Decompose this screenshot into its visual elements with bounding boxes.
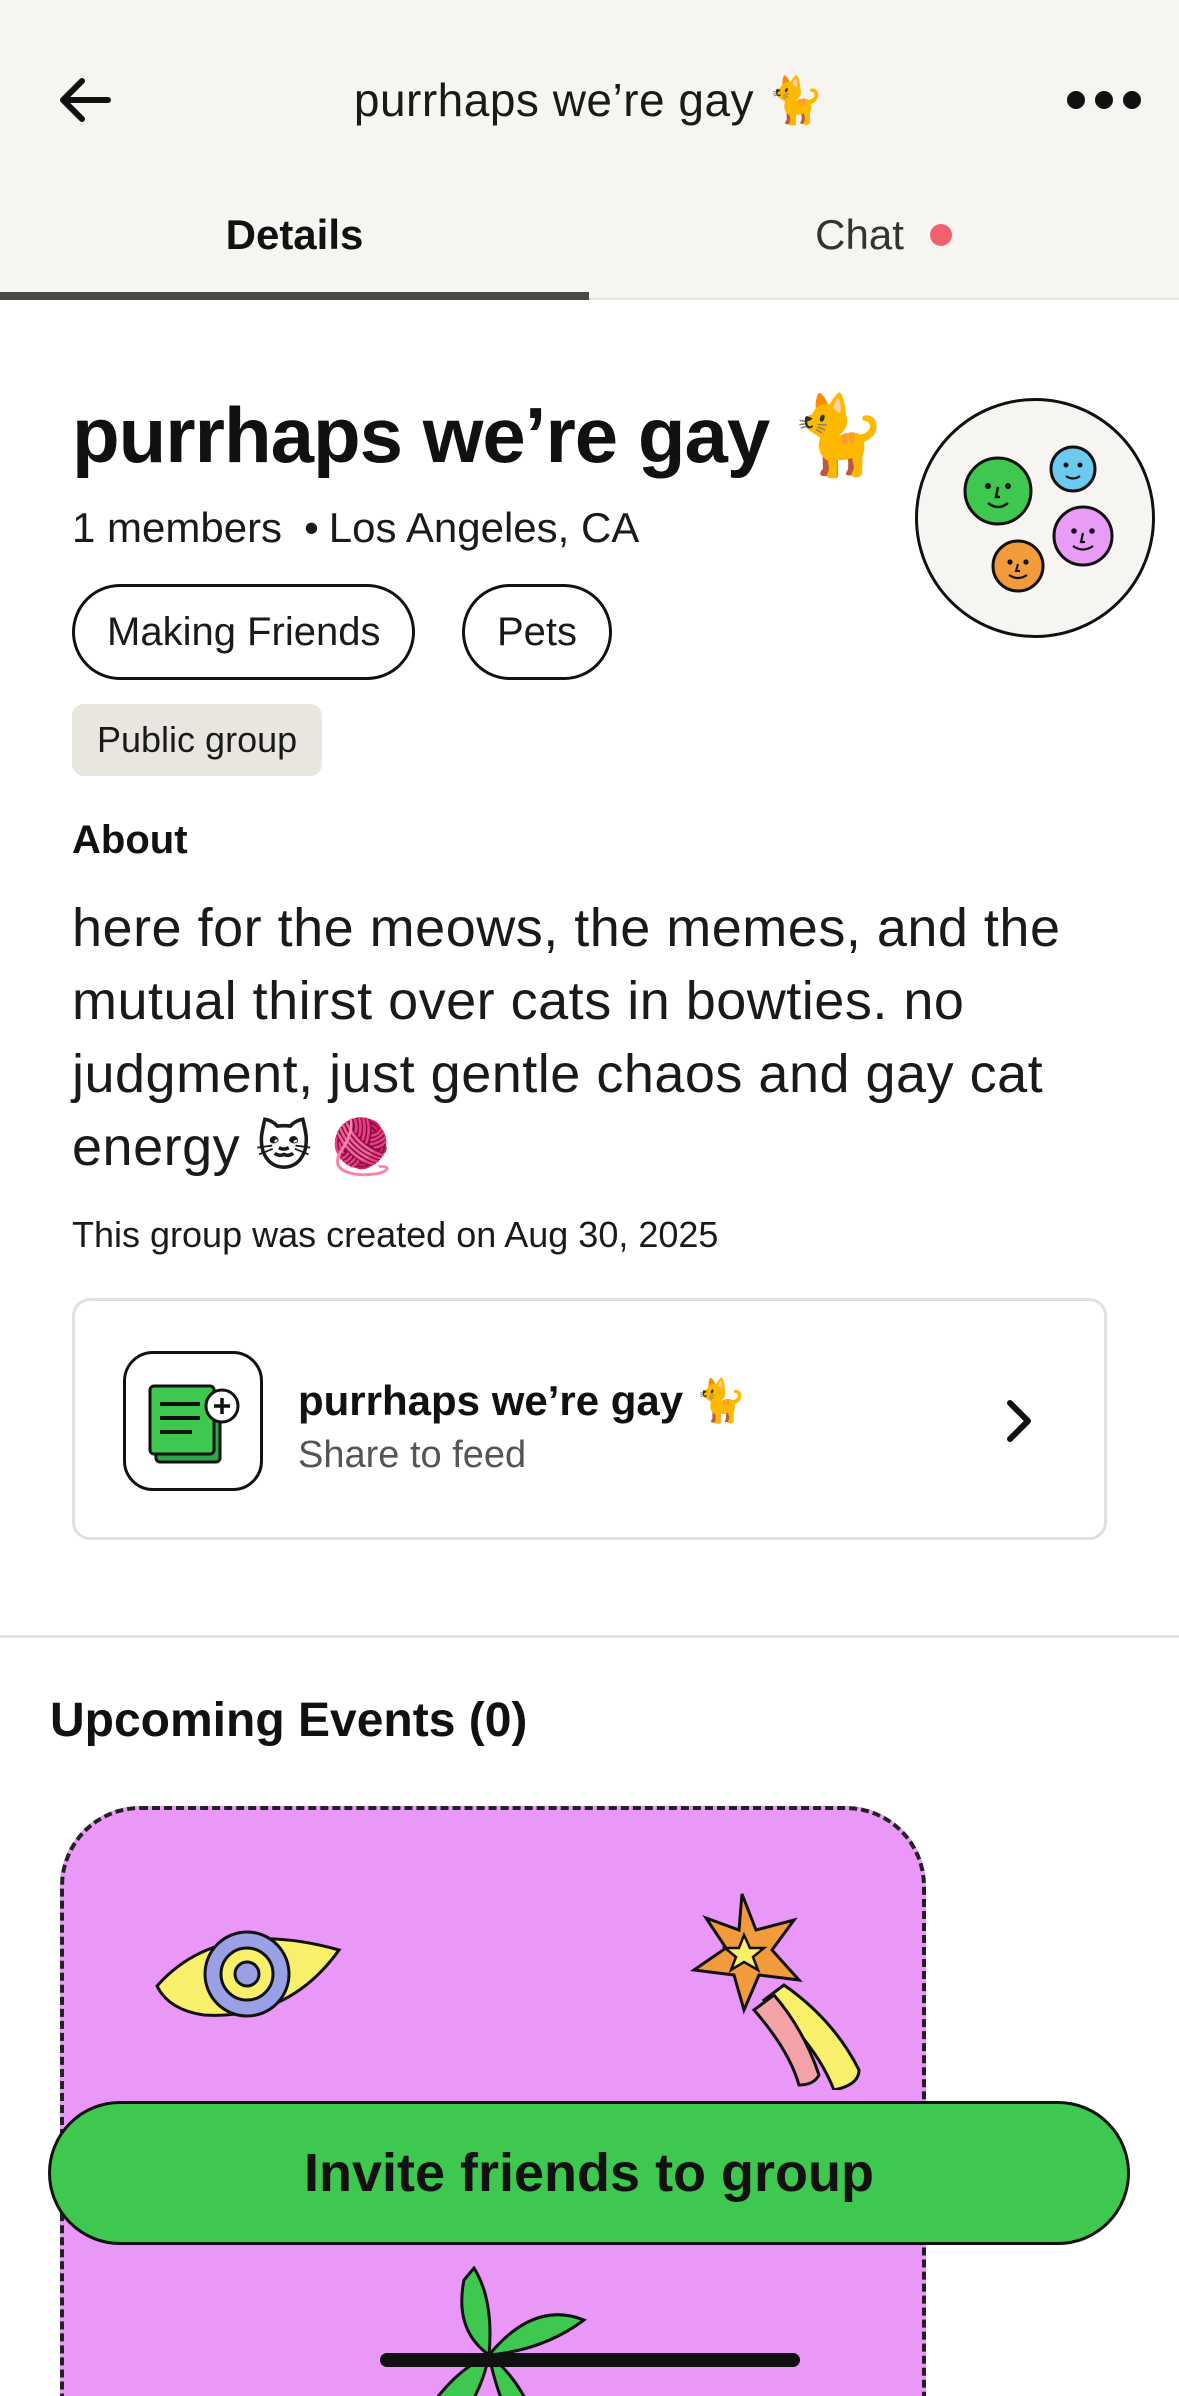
about-heading: About bbox=[72, 818, 188, 862]
more-options-button[interactable] bbox=[1049, 70, 1159, 130]
visibility-badge: Public group bbox=[72, 704, 323, 776]
shooting-star-icon bbox=[689, 1893, 861, 2090]
group-avatar bbox=[915, 398, 1155, 638]
share-card-title: purrhaps we’re gay 🐈 bbox=[298, 1377, 748, 1424]
tab-details[interactable]: Details bbox=[0, 200, 589, 270]
section-divider bbox=[0, 1635, 1179, 1638]
active-tab-indicator bbox=[0, 292, 589, 300]
tab-chat[interactable]: Chat bbox=[589, 200, 1178, 270]
page-title: purrhaps we’re gay 🐈 bbox=[353, 74, 826, 126]
events-heading: Upcoming Events (0) bbox=[50, 1694, 528, 1747]
tag-making-friends[interactable]: Making Friends bbox=[72, 584, 416, 680]
top-bar: purrhaps we’re gay 🐈 Details Chat bbox=[0, 0, 1179, 300]
more-horizontal-icon bbox=[1067, 91, 1085, 109]
group-name: purrhaps we’re gay 🐈 bbox=[72, 391, 887, 479]
chevron-right-icon bbox=[1007, 1400, 1031, 1442]
group-location: Los Angeles, CA bbox=[328, 504, 640, 551]
faces-icon bbox=[963, 445, 1114, 593]
eye-icon bbox=[155, 1930, 342, 2018]
notification-dot bbox=[929, 223, 952, 246]
share-to-feed-card[interactable]: purrhaps we’re gay 🐈 Share to feed bbox=[72, 1298, 1107, 1540]
created-date: This group was created on Aug 30, 2025 bbox=[72, 1214, 719, 1255]
group-meta: 1 members • Los Angeles, CA bbox=[72, 504, 640, 551]
share-feed-icon bbox=[123, 1351, 263, 1491]
home-indicator[interactable] bbox=[380, 2353, 800, 2367]
about-text: here for the meows, the memes, and the m… bbox=[72, 898, 1061, 1177]
palm-leaf-icon bbox=[436, 2265, 588, 2396]
share-card-subtitle: Share to feed bbox=[298, 1434, 527, 1476]
invite-friends-button[interactable]: Invite friends to group bbox=[48, 2101, 1130, 2245]
member-count: 1 members bbox=[72, 504, 283, 551]
tag-pets[interactable]: Pets bbox=[462, 584, 613, 680]
